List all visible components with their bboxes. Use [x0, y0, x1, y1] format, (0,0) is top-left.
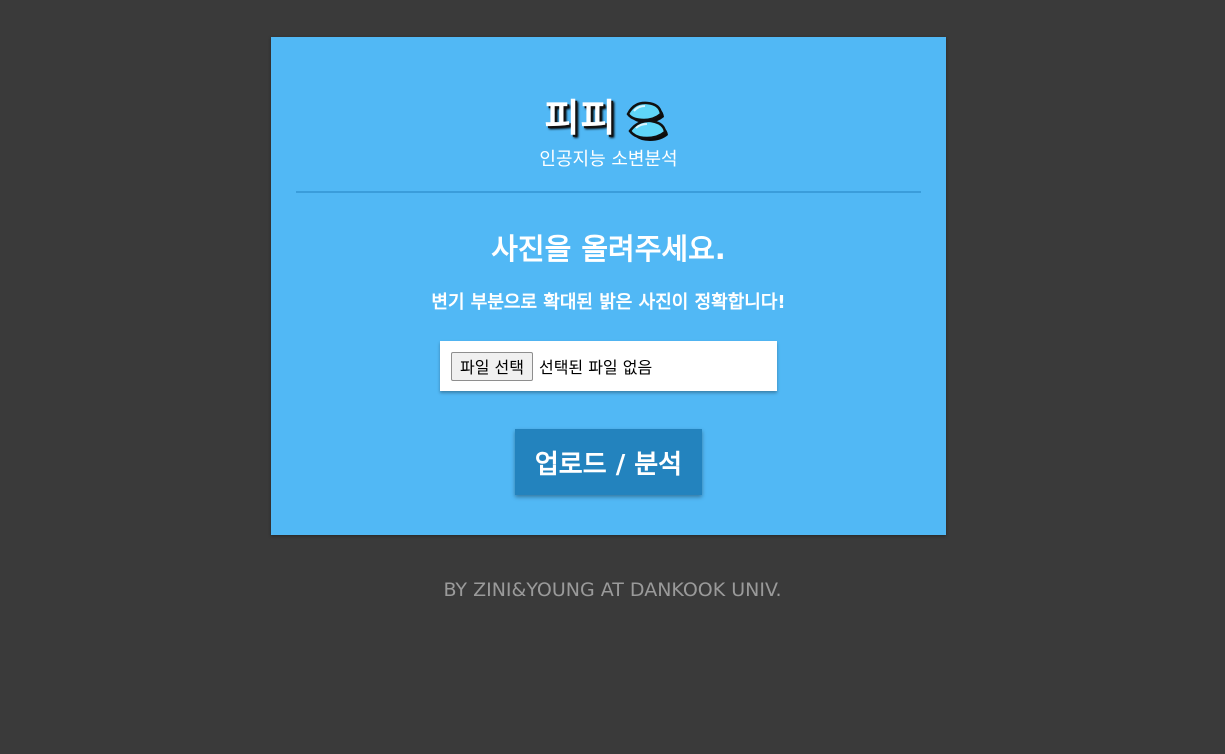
upload-analyze-button[interactable]: 업로드 / 분석	[515, 429, 702, 495]
photo-hint: 변기 부분으로 확대된 밝은 사진이 정확합니다!	[431, 292, 786, 313]
choose-file-button[interactable]: 파일 선택	[451, 351, 533, 381]
upload-heading: 사진을 올려주세요.	[491, 232, 726, 266]
water-drops-icon	[627, 101, 669, 141]
file-status-text: 선택된 파일 없음	[538, 358, 653, 377]
header-divider	[296, 191, 921, 193]
app-title: 피피	[544, 96, 617, 140]
brand-header: 피피	[271, 93, 946, 143]
footer-credit: BY ZINI&YOUNG AT DANKOOK UNIV.	[443, 579, 782, 601]
app-subtitle: 인공지능 소변분석	[539, 149, 678, 170]
file-input[interactable]: 파일 선택 선택된 파일 없음	[440, 341, 777, 391]
upload-card: 피피 인공지능 소변분석 사진을 올려주세요. 변기 부분으로 확대된 밝은 사…	[271, 37, 946, 535]
